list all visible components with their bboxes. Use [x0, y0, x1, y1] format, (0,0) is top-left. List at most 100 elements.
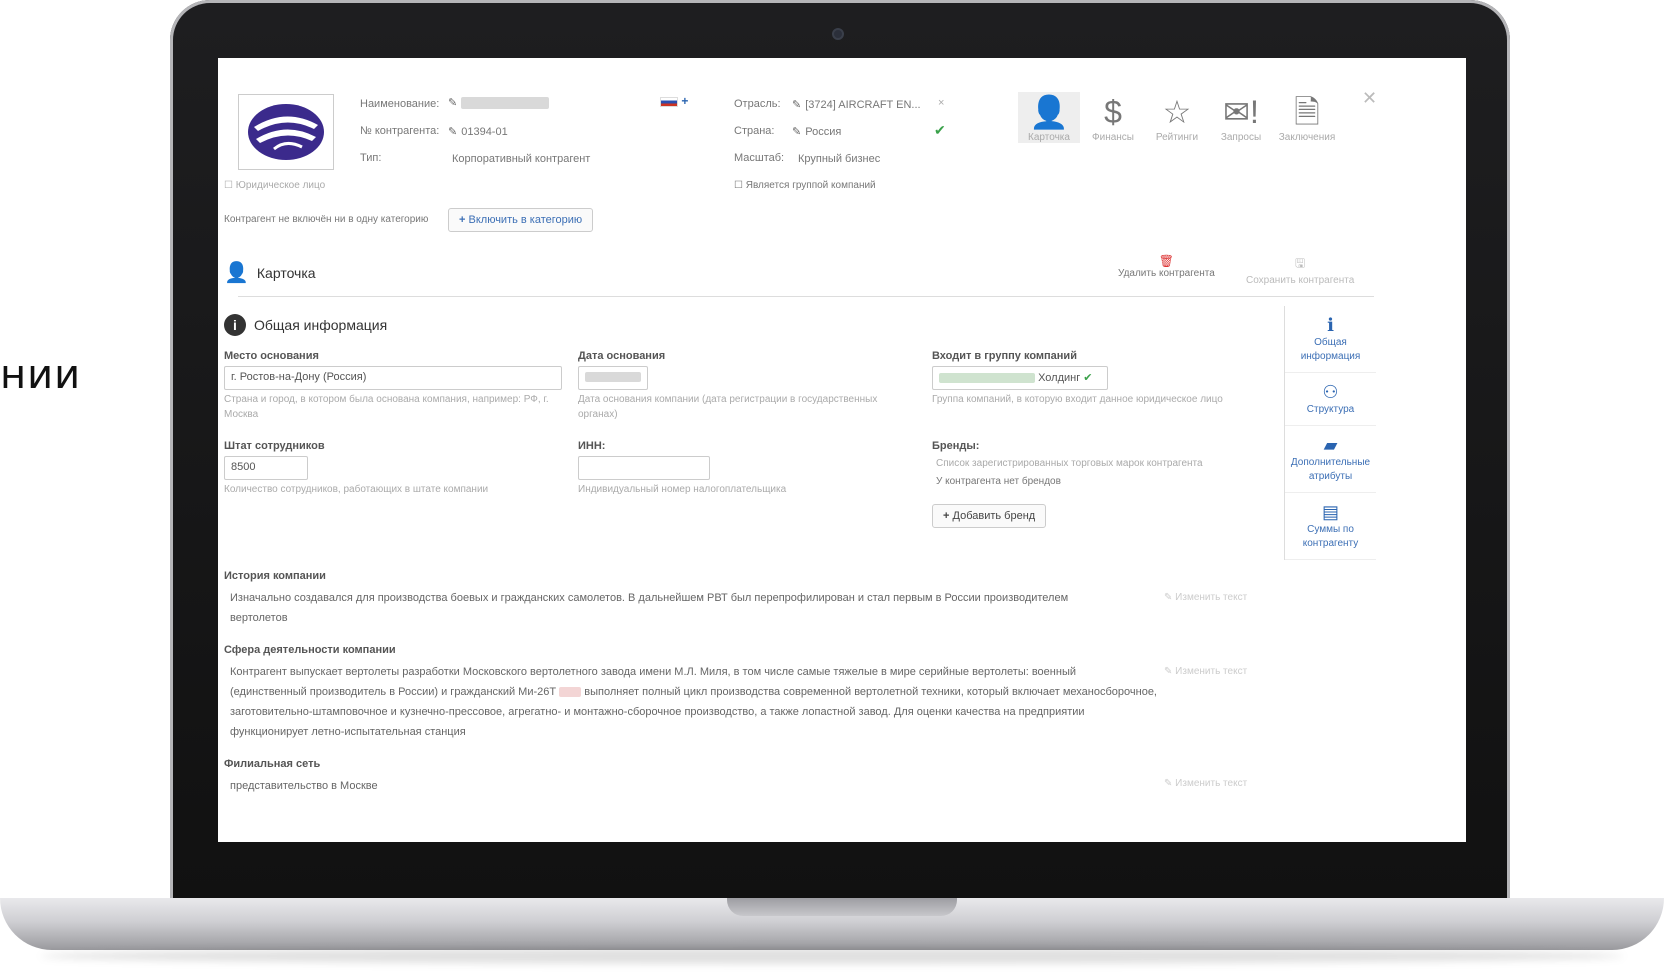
type-value: Корпоративный контрагент	[452, 153, 591, 165]
number-value: 01394-01	[461, 126, 508, 138]
name-value-redacted	[461, 97, 550, 110]
history-title: История компании	[224, 570, 326, 582]
company-logo	[238, 94, 334, 170]
pencil-icon: ✎	[448, 97, 458, 109]
nav-card-label: Карточка	[1028, 132, 1070, 143]
name-field[interactable]: ✎	[448, 96, 550, 110]
clear-icon[interactable]: ×	[938, 97, 944, 109]
activity-edit-link[interactable]: ✎ Изменить текст	[1164, 666, 1247, 677]
trash-icon: 🗑	[1158, 254, 1174, 268]
flag-ru-icon[interactable]: +	[660, 94, 688, 108]
check-icon: ✔	[934, 122, 946, 138]
delete-label: Удалить контрагента	[1118, 268, 1215, 279]
date-value-redacted	[585, 372, 641, 383]
include-category-label: Включить в категорию	[468, 214, 583, 226]
group-label: Входит в группу компаний	[932, 350, 1077, 362]
scale-label: Масштаб:	[734, 152, 785, 164]
activity-text-line2b: выполняет полный цикл производства совре…	[584, 686, 1157, 698]
staff-input[interactable]: 8500	[224, 456, 308, 480]
nav-ratings-label: Рейтинги	[1155, 132, 1199, 143]
pencil-icon: ✎	[792, 126, 802, 138]
branches-text: представительство в Москве	[230, 780, 378, 792]
card-title: 👤 Карточка	[224, 260, 316, 285]
branches-edit-link[interactable]: ✎ Изменить текст	[1164, 778, 1247, 789]
nav-conclusions-label: Заключения	[1278, 132, 1336, 143]
general-info-title-text: Общая информация	[254, 317, 388, 333]
staff-help: Количество сотрудников, работающих в шта…	[224, 484, 489, 495]
date-input[interactable]	[578, 366, 648, 390]
group-value-redacted	[939, 373, 1035, 384]
side-nav-general-info[interactable]: ℹ Общая информация	[1285, 306, 1376, 373]
name-label: Наименование:	[360, 98, 440, 110]
number-label: № контрагента:	[360, 125, 440, 137]
info-icon: ℹ	[1327, 315, 1334, 335]
nav-conclusions[interactable]: 🗎 Заключения	[1276, 92, 1338, 143]
pencil-icon: ✎	[448, 126, 458, 138]
add-brand-button[interactable]: + Добавить бренд	[932, 504, 1047, 528]
inn-input[interactable]	[578, 456, 710, 480]
history-edit-label: Изменить текст	[1175, 592, 1248, 603]
nav-requests-label: Запросы	[1220, 132, 1262, 143]
date-label: Дата основания	[578, 350, 666, 362]
industry-field[interactable]: ✎ [3724] AIRCRAFT EN...	[792, 98, 921, 111]
company-logo-icon	[248, 104, 324, 160]
type-label: Тип:	[360, 152, 382, 164]
laptop-notch	[727, 898, 957, 916]
staff-label: Штат сотрудников	[224, 440, 325, 452]
save-button[interactable]: 🖫 Сохранить контрагента	[1246, 254, 1354, 286]
side-nav-general-info-label: Общая информация	[1300, 337, 1361, 362]
close-icon[interactable]: ✕	[1362, 88, 1377, 109]
country-field[interactable]: ✎ Россия	[792, 125, 841, 138]
card-title-text: Карточка	[256, 264, 316, 281]
legal-entity-label: Юридическое лицо	[235, 180, 326, 191]
country-value: Россия	[805, 126, 842, 138]
number-field[interactable]: ✎ 01394-01	[448, 125, 508, 138]
place-input[interactable]: г. Ростов-на-Дону (Россия)	[224, 366, 562, 390]
info-icon: i	[224, 314, 246, 336]
group-input[interactable]: Холдинг ✔	[932, 366, 1108, 390]
is-group-label: Является группой компаний	[745, 180, 876, 191]
sitemap-icon: ⚇	[1322, 382, 1339, 402]
activity-text-line2a: (единственный производитель в России) и …	[230, 686, 557, 698]
nav-requests[interactable]: ✉! Запросы	[1210, 92, 1272, 143]
side-nav-sums[interactable]: ▤ Суммы по контрагенту	[1285, 493, 1376, 560]
delete-button[interactable]: 🗑 Удалить контрагента	[1118, 254, 1215, 279]
include-category-button[interactable]: + Включить в категорию	[448, 208, 594, 232]
side-nav-structure[interactable]: ⚇ Структура	[1285, 373, 1376, 426]
history-text-line1: Изначально создавался для производства б…	[230, 592, 1069, 604]
pencil-icon: ✎	[792, 99, 802, 111]
nav-ratings[interactable]: ☆ Рейтинги	[1146, 92, 1208, 143]
industry-value: [3724] AIRCRAFT EN...	[805, 99, 921, 111]
side-nav: ℹ Общая информация ⚇ Структура ▰ Дополни…	[1284, 306, 1376, 560]
branches-title: Филиальная сеть	[224, 758, 321, 770]
branches-edit-label: Изменить текст	[1175, 778, 1248, 789]
dollar-icon: $	[1104, 94, 1122, 130]
nav-card[interactable]: 👤 Карточка	[1018, 92, 1080, 143]
table-icon: ▤	[1321, 502, 1339, 522]
is-group-checkbox[interactable]: ☐ Является группой компаний	[734, 180, 876, 191]
industry-label: Отрасль:	[734, 98, 781, 110]
star-icon: ☆	[1162, 94, 1192, 130]
nav-finance-label: Финансы	[1092, 132, 1134, 143]
user-icon: 👤	[224, 262, 249, 284]
country-label: Страна:	[734, 125, 775, 137]
envelope-icon: ✉!	[1223, 94, 1259, 130]
date-help: Дата основания компании (дата регистраци…	[578, 394, 878, 420]
categories-note: Контрагент не включён ни в одну категори…	[224, 214, 429, 225]
history-text-line2: вертолетов	[230, 612, 288, 624]
legal-entity-checkbox[interactable]: ☐ Юридическое лицо	[224, 180, 325, 191]
group-value: Холдинг	[1038, 372, 1081, 384]
history-edit-link[interactable]: ✎ Изменить текст	[1164, 592, 1247, 603]
brands-none: У контрагента нет брендов	[936, 476, 1061, 487]
brands-label: Бренды:	[932, 440, 980, 452]
app-screen: Наименование: ✎ № контрагента: ✎ 01394-01…	[218, 58, 1466, 842]
check-icon: ✔	[1083, 372, 1093, 384]
save-label: Сохранить контрагента	[1246, 275, 1355, 286]
nav-finance[interactable]: $ Финансы	[1082, 92, 1144, 143]
inn-help: Индивидуальный номер налогоплательщика	[578, 484, 787, 495]
add-brand-label: Добавить бренд	[952, 510, 1036, 522]
redacted-text	[559, 687, 582, 698]
camera-icon	[832, 28, 844, 40]
side-nav-attributes[interactable]: ▰ Дополнительные атрибуты	[1285, 426, 1376, 493]
brands-help: Список зарегистрированных торговых марок…	[936, 458, 1203, 469]
